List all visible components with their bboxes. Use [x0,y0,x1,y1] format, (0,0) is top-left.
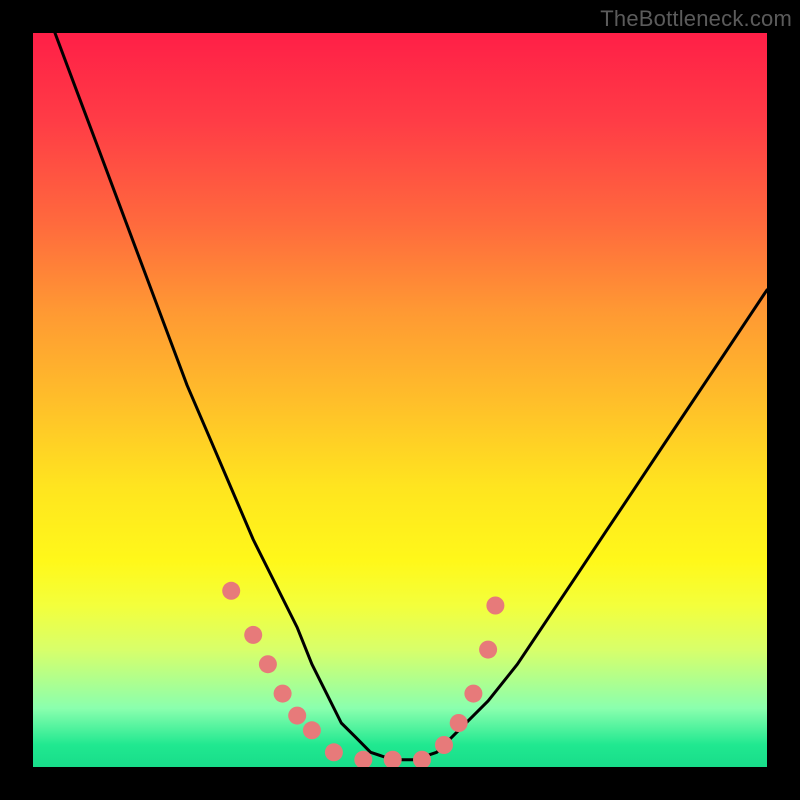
marker-dot [450,714,468,732]
watermark-text: TheBottleneck.com [600,6,792,32]
marker-dot [486,597,504,615]
marker-dot [479,641,497,659]
marker-dot [384,751,402,767]
chart-svg [33,33,767,767]
marker-dot [259,655,277,673]
marker-dot [288,707,306,725]
chart-frame: TheBottleneck.com [0,0,800,800]
marker-dot [435,736,453,754]
marker-dot [244,626,262,644]
marker-dot [464,685,482,703]
bottleneck-curve [55,33,767,760]
plot-area [33,33,767,767]
marker-dot [303,721,321,739]
marker-dot [413,751,431,767]
marker-dot [325,743,343,761]
marker-dot [274,685,292,703]
marker-dots-group [222,582,504,767]
marker-dot [222,582,240,600]
